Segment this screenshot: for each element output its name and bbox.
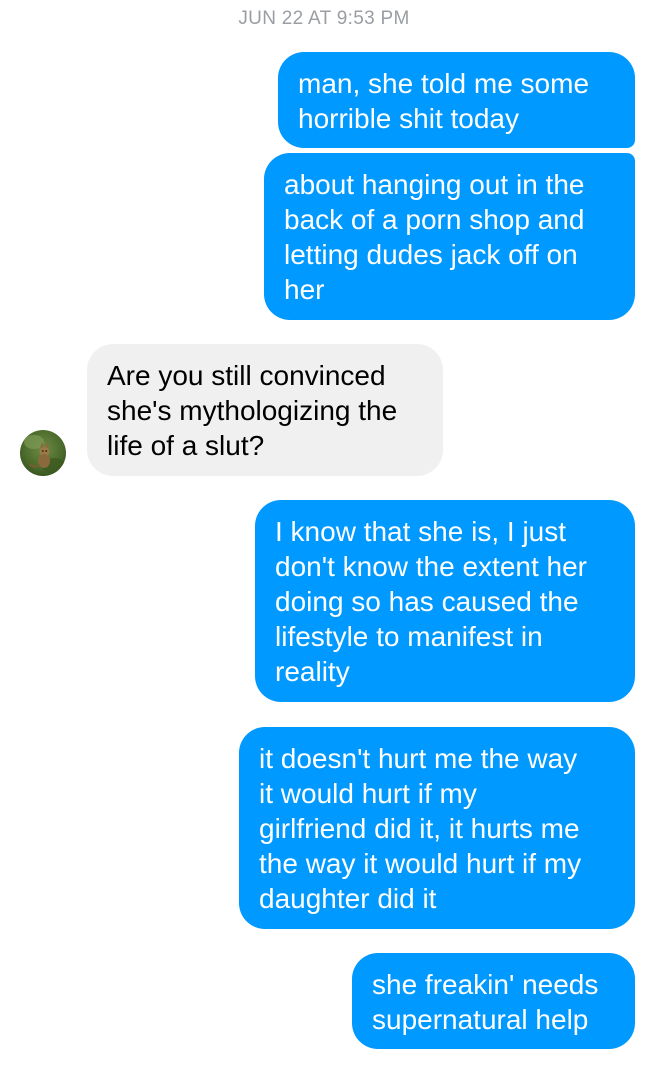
avatar-photo-icon	[20, 430, 66, 476]
outgoing-message-bubble[interactable]: it doesn't hurt me the way it would hurt…	[239, 727, 635, 929]
conversation-timestamp: JUN 22 AT 9:53 PM	[238, 8, 410, 29]
contact-avatar[interactable]	[20, 430, 66, 476]
outgoing-message-bubble[interactable]: I know that she is, I just don't know th…	[255, 500, 635, 702]
outgoing-message-bubble[interactable]: about hanging out in the back of a porn …	[264, 153, 635, 320]
outgoing-message-bubble[interactable]: man, she told me some horrible shit toda…	[278, 52, 635, 148]
incoming-message-bubble[interactable]: Are you still convinced she's mythologiz…	[87, 344, 443, 476]
outgoing-message-bubble[interactable]: she freakin' needs supernatural help	[352, 953, 635, 1049]
